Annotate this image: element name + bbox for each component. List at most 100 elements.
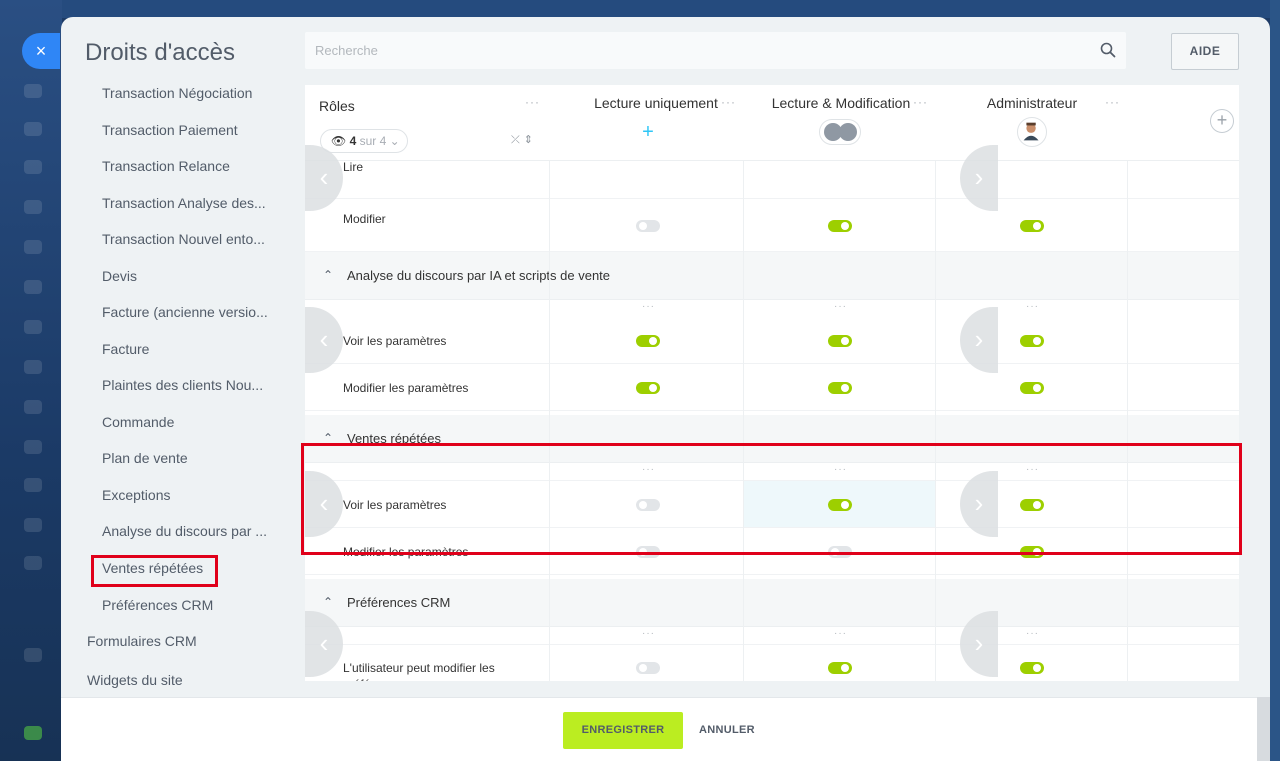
sidebar-item[interactable]: Transaction Analyse des... bbox=[102, 195, 266, 211]
section-header[interactable]: ⌃ Ventes répétées bbox=[305, 415, 1239, 463]
sidebar-item[interactable]: Transaction Nouvel ento... bbox=[102, 231, 265, 247]
permission-toggle-on[interactable] bbox=[828, 334, 852, 347]
permission-label: Voir les paramètres bbox=[343, 497, 447, 512]
table-row: Modifier bbox=[305, 199, 1239, 252]
permission-toggle-on[interactable] bbox=[1020, 334, 1044, 347]
permission-toggle-on[interactable] bbox=[828, 498, 852, 511]
sidebar-item[interactable]: Facture (ancienne versio... bbox=[102, 304, 268, 320]
permission-toggle-on[interactable] bbox=[1020, 498, 1044, 511]
permission-toggle-on[interactable] bbox=[1020, 381, 1044, 394]
sidebar-item[interactable]: Analyse du discours par ... bbox=[102, 523, 267, 539]
menu-icon bbox=[24, 518, 42, 532]
search-input[interactable] bbox=[305, 32, 1065, 69]
counter-total: sur 4 bbox=[359, 134, 387, 148]
highlight-frame bbox=[91, 555, 218, 587]
cell-menu-icon[interactable]: ··· bbox=[1026, 464, 1039, 475]
section-title: Préférences CRM bbox=[347, 595, 451, 610]
column-menu-icon[interactable]: ··· bbox=[721, 95, 736, 109]
permission-toggle-on[interactable] bbox=[828, 381, 852, 394]
section-header[interactable]: ⌃ Analyse du discours par IA et scripts d… bbox=[305, 252, 1239, 300]
sidebar-item[interactable]: Commande bbox=[102, 414, 174, 430]
permission-toggle-off[interactable] bbox=[828, 545, 852, 558]
menu-icon bbox=[24, 84, 42, 98]
cell-menu-icon[interactable]: ··· bbox=[642, 301, 655, 312]
page-title: Droits d'accès bbox=[85, 39, 235, 66]
sidebar-item[interactable]: Transaction Relance bbox=[102, 158, 230, 174]
permission-toggle-off[interactable] bbox=[636, 498, 660, 511]
sidebar-item[interactable]: Transaction Paiement bbox=[102, 122, 238, 138]
column-divider bbox=[935, 85, 936, 681]
cell-menu-icon[interactable]: ··· bbox=[642, 628, 655, 639]
roles-menu-icon[interactable]: ··· bbox=[525, 95, 540, 109]
cancel-button[interactable]: ANNULER bbox=[699, 712, 755, 749]
menu-icon bbox=[24, 240, 42, 254]
sidebar-item[interactable]: Plaintes des clients Nou... bbox=[102, 377, 263, 393]
chevron-up-icon[interactable]: ⌃ bbox=[323, 268, 333, 282]
chevron-up-icon[interactable]: ⌃ bbox=[323, 595, 333, 609]
app-right-edge bbox=[1270, 0, 1280, 761]
search-icon[interactable] bbox=[1100, 42, 1116, 58]
permission-label: L'utilisateur peut modifier les préféren… bbox=[343, 661, 495, 681]
permission-toggle-on[interactable] bbox=[1020, 219, 1044, 232]
roles-counter[interactable]: 👁 4 sur 4 ⌄ bbox=[320, 129, 408, 153]
sidebar-item[interactable]: Devis bbox=[102, 268, 137, 284]
help-button[interactable]: AIDE bbox=[1171, 33, 1239, 70]
status-icon bbox=[24, 726, 42, 740]
save-button[interactable]: ENREGISTRER bbox=[563, 712, 683, 749]
permission-toggle-off[interactable] bbox=[636, 545, 660, 558]
add-member-icon[interactable]: + bbox=[637, 121, 659, 143]
menu-icon bbox=[24, 440, 42, 454]
close-slider-button[interactable]: × bbox=[22, 33, 60, 69]
permission-toggle-off[interactable] bbox=[636, 219, 660, 232]
permission-toggle-on[interactable] bbox=[828, 662, 852, 674]
sidebar-item[interactable]: Plan de vente bbox=[102, 450, 188, 466]
group-avatar-icon[interactable] bbox=[819, 119, 861, 145]
column-menu-icon[interactable]: ··· bbox=[913, 95, 928, 109]
column-divider bbox=[549, 85, 550, 681]
column-divider bbox=[1127, 85, 1128, 681]
sidebar-item[interactable]: Exceptions bbox=[102, 487, 170, 503]
permission-toggle-on[interactable] bbox=[828, 219, 852, 232]
roles-label: Rôles bbox=[319, 98, 355, 114]
section-title: Ventes répétées bbox=[347, 431, 441, 446]
column-head-admin: Administrateur bbox=[986, 95, 1078, 111]
column-divider bbox=[743, 85, 744, 681]
chevron-down-icon: ⌄ bbox=[389, 134, 400, 148]
sidebar-item[interactable]: Facture bbox=[102, 341, 149, 357]
permission-toggle-on[interactable] bbox=[1020, 662, 1044, 674]
column-menu-icon[interactable]: ··· bbox=[1105, 95, 1120, 109]
user-avatar-icon[interactable] bbox=[1017, 117, 1047, 147]
menu-icon bbox=[24, 400, 42, 414]
permission-toggle-on[interactable] bbox=[1020, 545, 1044, 558]
table-header: Rôles ··· 👁 4 sur 4 ⌄ ⤫⇕ Lecture uniquem… bbox=[305, 85, 1239, 161]
permissions-table: Rôles ··· 👁 4 sur 4 ⌄ ⤫⇕ Lecture uniquem… bbox=[305, 85, 1239, 681]
menu-icon bbox=[24, 280, 42, 294]
sidebar-item[interactable]: Formulaires CRM bbox=[87, 633, 197, 649]
app-left-menu bbox=[0, 0, 62, 761]
sidebar-item[interactable]: Préférences CRM bbox=[102, 597, 213, 613]
cell-menu-icon[interactable]: ··· bbox=[1026, 628, 1039, 639]
cell-menu-icon[interactable]: ··· bbox=[834, 628, 847, 639]
cell-menu-icon[interactable]: ··· bbox=[1026, 301, 1039, 312]
scrollbar[interactable] bbox=[1257, 697, 1270, 761]
footer: ENREGISTRER ANNULER bbox=[61, 697, 1270, 761]
permission-toggle-on[interactable] bbox=[636, 334, 660, 347]
cell-menu-icon[interactable]: ··· bbox=[834, 301, 847, 312]
sidebar-item[interactable]: Widgets du site bbox=[87, 672, 183, 688]
column-head-read-modify: Lecture & Modification bbox=[771, 95, 911, 111]
collapse-expand-icon[interactable]: ⤫⇕ bbox=[511, 133, 537, 147]
menu-icon bbox=[24, 648, 42, 662]
cell-menu-icon[interactable]: ··· bbox=[834, 464, 847, 475]
access-rights-panel: Droits d'accès AIDE Transaction Négociat… bbox=[61, 17, 1270, 761]
cell-menu-icon[interactable]: ··· bbox=[642, 464, 655, 475]
permission-label: Voir les paramètres bbox=[343, 333, 447, 348]
section-header[interactable]: ⌃ Préférences CRM bbox=[305, 579, 1239, 627]
permission-toggle-on[interactable] bbox=[636, 381, 660, 394]
eye-icon: 👁 bbox=[331, 134, 347, 148]
permission-toggle-off[interactable] bbox=[636, 662, 660, 674]
counter-shown: 4 bbox=[349, 134, 357, 148]
sidebar-item[interactable]: Transaction Négociation bbox=[102, 85, 252, 101]
add-role-button[interactable]: + bbox=[1210, 109, 1234, 133]
table-row: Modifier les paramètres bbox=[305, 528, 1239, 575]
chevron-up-icon[interactable]: ⌃ bbox=[323, 431, 333, 445]
